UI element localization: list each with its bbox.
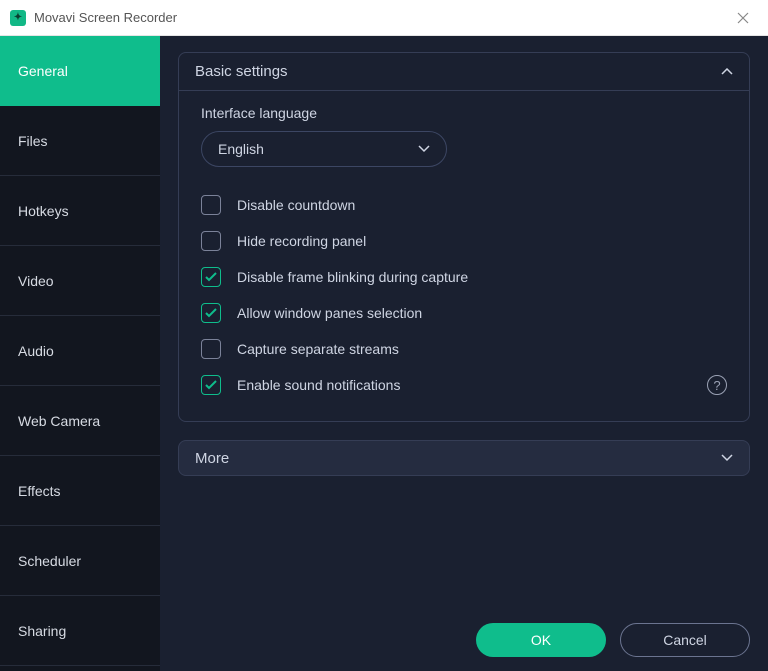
- sidebar-item-label: Hotkeys: [18, 203, 69, 219]
- checkbox-icon: [201, 375, 221, 395]
- checkbox-label: Hide recording panel: [237, 233, 727, 249]
- checkbox-disable-countdown[interactable]: Disable countdown: [201, 187, 727, 223]
- cancel-label: Cancel: [663, 632, 707, 648]
- checkbox-icon: [201, 303, 221, 323]
- panel-header[interactable]: Basic settings: [179, 53, 749, 91]
- chevron-down-icon: [418, 142, 430, 156]
- sidebar-item-sharing[interactable]: Sharing: [0, 596, 160, 666]
- ok-label: OK: [531, 632, 551, 648]
- checkbox-icon: [201, 231, 221, 251]
- checkbox-icon: [201, 195, 221, 215]
- ok-button[interactable]: OK: [476, 623, 606, 657]
- sidebar-item-webcamera[interactable]: Web Camera: [0, 386, 160, 456]
- sidebar-item-label: Sharing: [18, 623, 66, 639]
- checkbox-label: Disable frame blinking during capture: [237, 269, 727, 285]
- window-title: Movavi Screen Recorder: [34, 10, 728, 25]
- chevron-up-icon: [721, 65, 733, 79]
- sidebar-item-files[interactable]: Files: [0, 106, 160, 176]
- sidebar-item-label: Files: [18, 133, 48, 149]
- sidebar-item-audio[interactable]: Audio: [0, 316, 160, 386]
- sidebar-item-general[interactable]: General: [0, 36, 160, 106]
- panel-body: Interface language English Disable count…: [179, 91, 749, 421]
- sidebar-item-video[interactable]: Video: [0, 246, 160, 316]
- sidebar-item-label: General: [18, 63, 68, 79]
- checkbox-label: Disable countdown: [237, 197, 727, 213]
- checkbox-capture-separate-streams[interactable]: Capture separate streams: [201, 331, 727, 367]
- checkbox-label: Enable sound notifications: [237, 377, 707, 393]
- titlebar: ✦ Movavi Screen Recorder: [0, 0, 768, 36]
- sidebar-item-hotkeys[interactable]: Hotkeys: [0, 176, 160, 246]
- sidebar-item-effects[interactable]: Effects: [0, 456, 160, 526]
- app-icon: ✦: [10, 10, 26, 26]
- sidebar-item-label: Scheduler: [18, 553, 81, 569]
- close-icon[interactable]: [728, 3, 758, 33]
- sidebar: General Files Hotkeys Video Audio Web Ca…: [0, 36, 160, 671]
- main-content: Basic settings Interface language Englis…: [160, 36, 768, 671]
- more-label: More: [195, 450, 229, 467]
- checkbox-disable-frame-blinking[interactable]: Disable frame blinking during capture: [201, 259, 727, 295]
- app-window: ✦ Movavi Screen Recorder General Files H…: [0, 0, 768, 671]
- checkbox-enable-sound-notifications[interactable]: Enable sound notifications ?: [201, 367, 727, 403]
- sidebar-item-label: Web Camera: [18, 413, 100, 429]
- chevron-down-icon: [721, 451, 733, 465]
- cancel-button[interactable]: Cancel: [620, 623, 750, 657]
- app-body: General Files Hotkeys Video Audio Web Ca…: [0, 36, 768, 671]
- checkbox-allow-window-panes[interactable]: Allow window panes selection: [201, 295, 727, 331]
- checkbox-hide-recording-panel[interactable]: Hide recording panel: [201, 223, 727, 259]
- checkbox-label: Capture separate streams: [237, 341, 727, 357]
- language-value: English: [218, 141, 264, 157]
- checkbox-icon: [201, 339, 221, 359]
- checkbox-icon: [201, 267, 221, 287]
- language-select[interactable]: English: [201, 131, 447, 167]
- sidebar-item-label: Effects: [18, 483, 61, 499]
- panel-title: Basic settings: [195, 63, 288, 80]
- footer: OK Cancel: [178, 613, 750, 657]
- more-section[interactable]: More: [178, 440, 750, 476]
- help-icon[interactable]: ?: [707, 375, 727, 395]
- basic-settings-panel: Basic settings Interface language Englis…: [178, 52, 750, 422]
- language-label: Interface language: [201, 105, 727, 121]
- sidebar-item-label: Audio: [18, 343, 54, 359]
- sidebar-item-label: Video: [18, 273, 54, 289]
- sidebar-item-scheduler[interactable]: Scheduler: [0, 526, 160, 596]
- checkbox-label: Allow window panes selection: [237, 305, 727, 321]
